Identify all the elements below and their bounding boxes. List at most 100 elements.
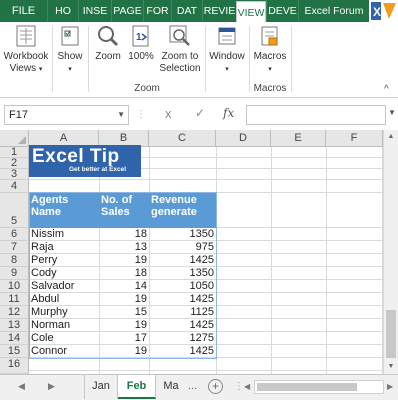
zoom-to-selection-button[interactable]: Zoom to Selection [157,24,203,75]
excel-tip-banner-image[interactable]: Excel Tip Get better at Excel [29,145,141,177]
zoom-100-button[interactable]: 1 100% [126,24,156,63]
scroll-up-icon[interactable]: ▲ [384,130,398,144]
table-cell-name[interactable]: Cole [29,332,99,345]
row-header-6[interactable]: 6 [0,228,29,241]
table-cell-name[interactable]: Murphy [29,306,99,319]
chevron-down-icon[interactable]: ▼ [388,108,396,117]
tab-review[interactable]: REVIE [202,0,236,22]
table-cell-sales[interactable]: 17 [99,332,149,345]
show-button[interactable]: Show ▾ [54,24,86,76]
table-cell-sales[interactable]: 19 [99,319,149,332]
table-cell-name[interactable]: Salvador [29,280,99,293]
resize-handle-icon[interactable]: ⋮ [234,381,244,392]
table-header-revenue-generate[interactable]: Revenue generate [149,192,216,228]
table-cell-sales[interactable]: 18 [99,228,149,241]
table-cell-sales[interactable]: 19 [99,345,149,358]
row-header-10[interactable]: 10 [0,280,29,293]
table-cell-revenue[interactable]: 975 [149,241,216,254]
zoom-button[interactable]: Zoom [91,24,125,63]
header-line: No. of [101,194,133,206]
row-header-15[interactable]: 15 [0,345,29,358]
tab-excel-forum[interactable]: Excel Forum [298,0,369,22]
ribbon-view: Workbook Views ▾ Show ▾ Zoom 1 100% Zoom… [0,22,398,98]
table-cell-name[interactable]: Cody [29,267,99,280]
cancel-icon[interactable]: x [165,106,172,121]
window-button[interactable]: Window ▾ [207,24,247,76]
table-cell-sales[interactable]: 15 [99,306,149,319]
table-cell-sales[interactable]: 14 [99,280,149,293]
table-cell-sales[interactable]: 19 [99,293,149,306]
tab-view[interactable]: VIEW [236,1,266,22]
sheet-tab-mar[interactable]: Ma [156,375,186,399]
worksheet-grid[interactable]: A B C D E F 1 2 3 4 5 6 7 8 9 10 11 12 1… [0,130,383,374]
row-header-13[interactable]: 13 [0,319,29,332]
row-header-3[interactable]: 3 [0,169,29,180]
group-separator [291,26,292,92]
scroll-sheets-left-icon[interactable]: ◀ [18,381,25,392]
sheet-tab-feb[interactable]: Feb [118,375,156,399]
table-cell-revenue[interactable]: 1425 [149,319,216,332]
table-cell-name[interactable]: Perry [29,254,99,267]
column-header-e[interactable]: E [271,130,326,147]
table-cell-revenue[interactable]: 1425 [149,293,216,306]
table-cell-revenue[interactable]: 1125 [149,306,216,319]
scroll-right-icon[interactable]: ▶ [387,382,393,391]
row-header-5[interactable]: 5 [0,193,29,228]
row-header-8[interactable]: 8 [0,254,29,267]
table-header-agents-name[interactable]: Agents Name [29,192,99,228]
table-cell-name[interactable]: Abdul [29,293,99,306]
table-cell-sales[interactable]: 18 [99,267,149,280]
resize-dots-icon[interactable]: ⋮ [136,109,146,120]
tab-home[interactable]: HO [47,0,78,22]
select-all-corner[interactable] [0,130,29,147]
chevron-down-icon[interactable]: ▼ [117,106,125,124]
formula-input[interactable] [246,105,386,125]
vertical-scrollbar[interactable]: ▲ ▼ [383,130,398,374]
row-header-16[interactable]: 16 [0,358,29,374]
tab-formulas[interactable]: FOR [143,0,171,22]
row-header-7[interactable]: 7 [0,241,29,254]
table-header-no-of-sales[interactable]: No. of Sales [99,192,149,228]
table-cell-name[interactable]: Nissim [29,228,99,241]
table-cell-name[interactable]: Norman [29,319,99,332]
column-header-c[interactable]: C [149,130,216,147]
gridline [29,179,383,180]
table-cell-revenue[interactable]: 1350 [149,228,216,241]
table-cell-name[interactable]: Raja [29,241,99,254]
column-header-d[interactable]: D [216,130,271,147]
macros-button[interactable]: Macros ▾ [251,24,289,76]
tab-data[interactable]: DAT [171,0,202,22]
table-cell-revenue[interactable]: 1050 [149,280,216,293]
column-header-f[interactable]: F [326,130,383,147]
row-header-12[interactable]: 12 [0,306,29,319]
table-cell-revenue[interactable]: 1425 [149,254,216,267]
chevron-up-icon[interactable]: ^ [384,84,389,95]
tab-insert[interactable]: INSE [78,0,111,22]
table-cell-sales[interactable]: 19 [99,254,149,267]
table-cell-revenue[interactable]: 1275 [149,332,216,345]
row-header-14[interactable]: 14 [0,332,29,345]
table-cell-sales[interactable]: 13 [99,241,149,254]
insert-function-icon[interactable]: fx [223,106,234,120]
table-cell-revenue[interactable]: 1425 [149,345,216,358]
name-box[interactable]: F17 ▼ [4,105,129,125]
scrollbar-thumb[interactable] [386,310,396,358]
table-cell-revenue[interactable]: 1350 [149,267,216,280]
row-header-11[interactable]: 11 [0,293,29,306]
row-header-4[interactable]: 4 [0,180,29,193]
tab-page-layout[interactable]: PAGE [111,0,143,22]
workbook-views-button[interactable]: Workbook Views ▾ [3,24,49,76]
horizontal-scrollbar[interactable] [254,380,384,394]
more-sheets-icon[interactable]: ... [188,380,197,392]
enter-icon[interactable]: ✓ [195,106,205,120]
scroll-down-icon[interactable]: ▼ [384,360,398,374]
sheet-tab-jan[interactable]: Jan [84,375,118,399]
scrollbar-thumb[interactable] [257,383,357,391]
add-sheet-button[interactable]: + [208,379,223,394]
scroll-sheets-right-icon[interactable]: ▶ [48,381,55,392]
tab-file[interactable]: FILE [0,0,47,22]
table-cell-name[interactable]: Connor [29,345,99,358]
row-header-9[interactable]: 9 [0,267,29,280]
scroll-left-icon[interactable]: ◀ [244,382,250,391]
tab-developer[interactable]: DEVE [266,0,298,22]
